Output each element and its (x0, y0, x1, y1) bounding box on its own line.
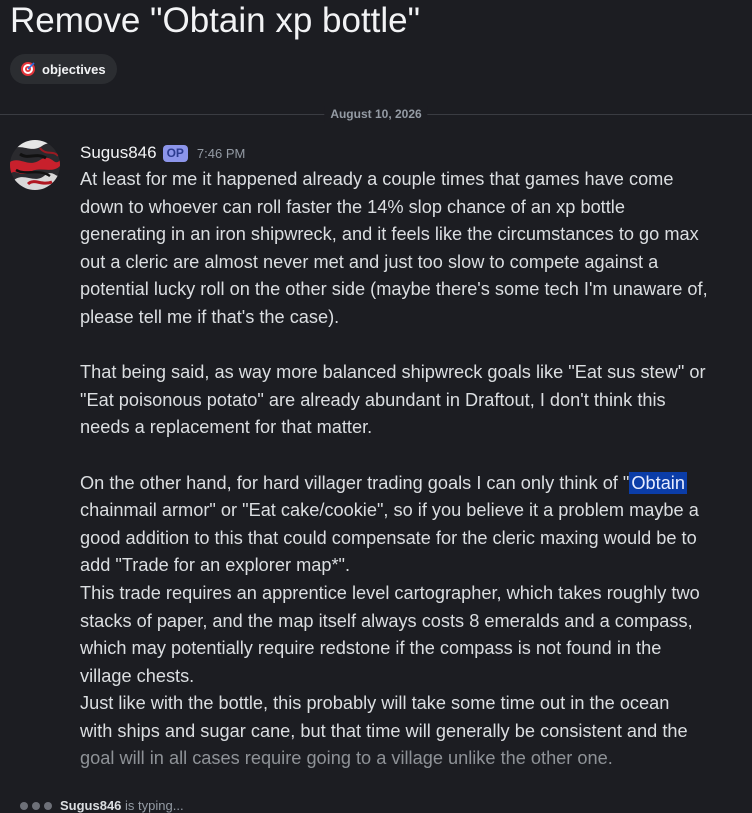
message-line: village chests. (80, 665, 195, 686)
message-line: needs a replacement for that matter. (80, 417, 373, 438)
message-line: At least for me it happened already a co… (80, 169, 674, 189)
author-name[interactable]: Sugus846 (80, 143, 157, 163)
message-line: down to whoever can roll faster the 14% … (80, 196, 625, 217)
typing-user: Sugus846 (60, 798, 122, 813)
tag-objectives[interactable]: objectives (10, 54, 117, 84)
message-line: with ships and sugar cane, but that time… (80, 720, 688, 741)
message-line-text: On the other hand, for hard villager tra… (80, 472, 630, 493)
message-line: good addition to this that could compens… (80, 527, 697, 548)
message-line: goal will in all cases require going to … (80, 748, 613, 769)
message-line: out a cleric are almost never met and ju… (80, 251, 659, 272)
message-line: chainmail armor" or "Eat cake/cookie", s… (80, 500, 699, 521)
message-line: Just like with the bottle, this probably… (80, 693, 670, 714)
message-line: stacks of paper, and the map itself alwa… (80, 610, 693, 631)
message-timestamp[interactable]: 7:46 PM (197, 146, 245, 161)
thread-title: Remove "Obtain xp bottle" (10, 1, 421, 40)
typing-suffix: is typing... (121, 798, 184, 813)
message-line: This trade requires an apprentice level … (80, 582, 700, 603)
typing-indicator: Sugus846 is typing... (20, 798, 184, 813)
message-line: which may potentially require redstone i… (80, 638, 662, 659)
typing-dots-icon (20, 801, 52, 810)
op-badge: OP (162, 144, 188, 162)
message-line: please tell me if that's the case). (80, 306, 340, 327)
message-line: potential lucky roll on the other side (… (80, 279, 708, 300)
message-line: That being said, as way more balanced sh… (80, 362, 706, 383)
message-content: At least for me it happened already a co… (80, 166, 748, 773)
target-icon (20, 61, 36, 77)
message-line: "Eat poisonous potato" are already abund… (80, 389, 666, 410)
avatar[interactable] (10, 140, 60, 190)
typing-text: Sugus846 is typing... (60, 798, 184, 813)
message-line: generating in an iron shipwreck, and it … (80, 224, 699, 245)
date-divider-label: August 10, 2026 (324, 106, 428, 122)
selected-text: Obtain (629, 471, 687, 494)
message-header: Sugus846 OP 7:46 PM (80, 141, 245, 165)
tag-label: objectives (42, 61, 106, 77)
message-line-with-selection: On the other hand, for hard villager tra… (80, 470, 748, 498)
message-line: add "Trade for an explorer map*". (80, 555, 351, 576)
